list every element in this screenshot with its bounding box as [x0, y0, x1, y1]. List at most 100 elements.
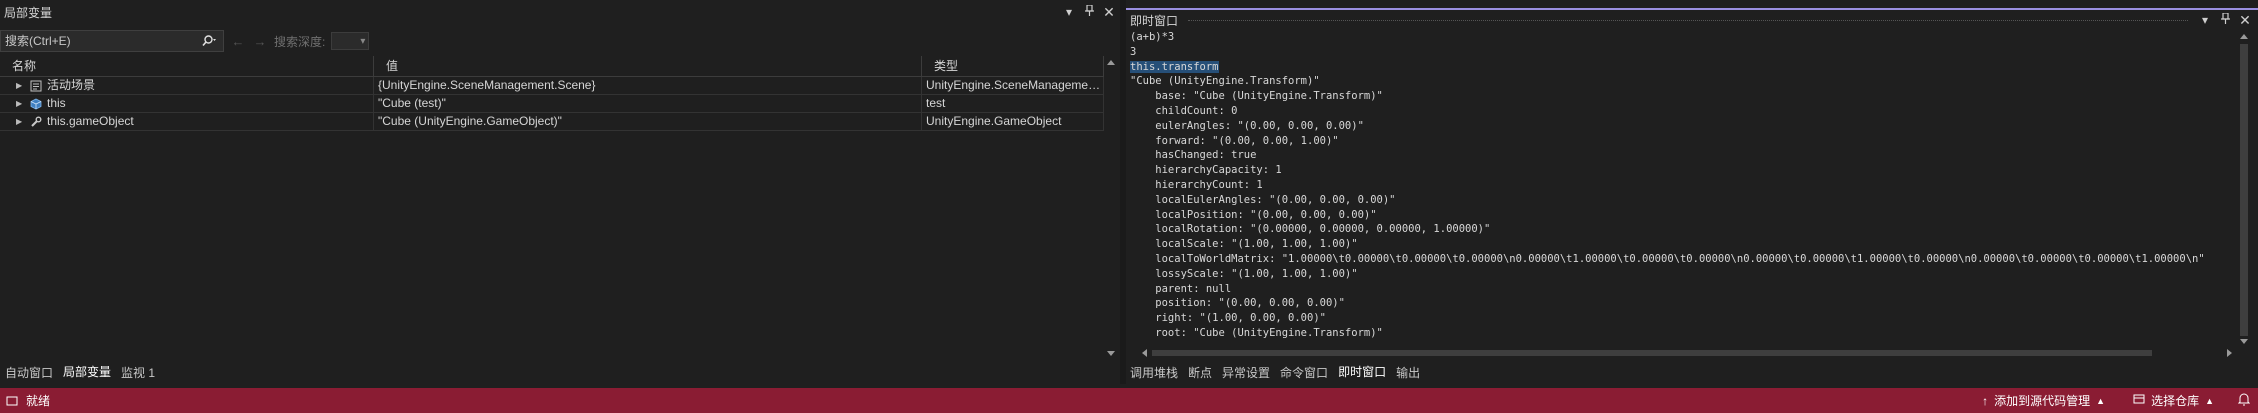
close-icon[interactable]: ✕ — [1102, 4, 1116, 21]
row-name: this — [47, 96, 66, 110]
console-line-text: position: "(0.00, 0.00, 0.00)" — [1130, 297, 1345, 310]
row-type: UnityEngine.GameObject — [922, 113, 1104, 130]
locals-panel: 局部变量 ▾ ✕ ← → 搜索深度: ▾ 名称 值 类型 ▶ — [0, 0, 1120, 384]
table-row[interactable]: ▶ this.gameObject "Cube (UnityEngine.Gam… — [0, 113, 1104, 131]
console-line-text: forward: "(0.00, 0.00, 1.00)" — [1130, 134, 1339, 147]
forward-arrow-icon[interactable]: → — [252, 34, 268, 49]
select-repository-button[interactable]: 选择仓库 — [2151, 392, 2199, 409]
console-line: childCount: 0 — [1130, 104, 2230, 119]
console-line: root: "Cube (UnityEngine.Transform)" — [1130, 326, 2230, 341]
status-ready-icon — [6, 395, 20, 407]
console-line: lossyScale: "(1.00, 1.00, 1.00)" — [1130, 267, 2230, 282]
module-icon — [30, 80, 42, 92]
column-header-type[interactable]: 类型 — [922, 56, 1104, 76]
tab-auto-window[interactable]: 自动窗口 — [5, 364, 53, 381]
locals-title: 局部变量 — [4, 5, 53, 20]
tab-output[interactable]: 输出 — [1396, 364, 1420, 381]
locals-toolbar: ← → 搜索深度: ▾ — [0, 30, 370, 52]
console-line: "Cube (UnityEngine.Transform)" — [1130, 74, 2230, 89]
search-input[interactable] — [1, 32, 197, 50]
tab-call-stack[interactable]: 调用堆栈 — [1130, 364, 1178, 381]
tab-watch-1[interactable]: 监视 1 — [121, 364, 155, 381]
console-line: eulerAngles: "(0.00, 0.00, 0.00)" — [1130, 119, 2230, 134]
tab-exception-settings[interactable]: 异常设置 — [1222, 364, 1270, 381]
locals-grid: 名称 值 类型 ▶ 活动场景 {UnityEngine.SceneManagem… — [0, 56, 1104, 131]
immediate-title-bar: 即时窗口 ▾ ✕ — [1126, 8, 2258, 30]
console-line: localToWorldMatrix: "1.00000\t0.00000\t0… — [1130, 252, 2230, 267]
tab-immediate-window[interactable]: 即时窗口 — [1338, 363, 1387, 382]
immediate-title: 即时窗口 — [1130, 13, 1179, 28]
search-icon[interactable] — [197, 35, 223, 47]
row-value: {UnityEngine.SceneManagement.Scene} — [374, 77, 922, 94]
console-line: localScale: "(1.00, 1.00, 1.00)" — [1130, 237, 2230, 252]
add-to-source-control-button[interactable]: 添加到源代码管理 — [1994, 392, 2090, 409]
grid-header: 名称 值 类型 — [0, 56, 1104, 77]
console-line-text: localEulerAngles: "(0.00, 0.00, 0.00)" — [1130, 193, 1396, 206]
dropdown-icon[interactable]: ▾ — [2198, 13, 2212, 27]
locals-title-actions: ▾ ✕ — [1062, 4, 1116, 21]
immediate-tab-strip: 调用堆栈 断点 异常设置 命令窗口 即时窗口 输出 — [1130, 362, 1420, 382]
console-line-text: (a+b)*3 — [1130, 31, 1175, 43]
console-line-text: right: "(1.00, 0.00, 0.00)" — [1130, 312, 1326, 325]
dropdown-icon[interactable]: ▾ — [1062, 5, 1076, 19]
expand-arrow-icon[interactable]: ▶ — [16, 95, 26, 112]
status-text: 就绪 — [26, 394, 51, 408]
search-depth-select[interactable]: ▾ — [331, 32, 370, 50]
console-line-text: localRotation: "(0.00000, 0.00000, 0.000… — [1130, 223, 1491, 236]
source-control-area: ↑ 添加到源代码管理 ▲ 选择仓库 ▲ — [1982, 392, 2258, 409]
immediate-horizontal-scrollbar[interactable] — [1142, 349, 2232, 357]
repository-icon — [2133, 393, 2145, 408]
pin-icon[interactable] — [2218, 12, 2232, 27]
object-cube-icon — [30, 98, 42, 110]
console-line-text: childCount: 0 — [1130, 104, 1238, 117]
close-icon[interactable]: ✕ — [2238, 12, 2252, 29]
console-line: hierarchyCapacity: 1 — [1130, 163, 2230, 178]
title-grip — [1188, 19, 2188, 21]
console-line-text: base: "Cube (UnityEngine.Transform)" — [1130, 90, 1383, 103]
expand-arrow-icon[interactable]: ▶ — [16, 113, 26, 130]
expand-arrow-icon[interactable]: ▶ — [16, 77, 26, 94]
console-line: right: "(1.00, 0.00, 0.00)" — [1130, 311, 2230, 326]
console-line: 3 — [1130, 45, 2230, 60]
console-line: localPosition: "(0.00, 0.00, 0.00)" — [1130, 208, 2230, 223]
console-line: position: "(0.00, 0.00, 0.00)" — [1130, 296, 2230, 311]
search-box — [0, 30, 224, 52]
tab-breakpoints[interactable]: 断点 — [1188, 364, 1212, 381]
table-row[interactable]: ▶ 活动场景 {UnityEngine.SceneManagement.Scen… — [0, 77, 1104, 95]
console-line-text: parent: null — [1130, 282, 1232, 295]
immediate-vertical-scrollbar[interactable] — [2234, 30, 2254, 348]
chevron-up-icon[interactable]: ▲ — [2205, 396, 2214, 406]
immediate-panel: 即时窗口 ▾ ✕ (a+b)*3 3 this.transform "Cube (Un… — [1126, 0, 2258, 384]
chevron-up-icon[interactable]: ▲ — [2096, 396, 2105, 406]
column-header-value[interactable]: 值 — [374, 56, 922, 76]
console-line: localRotation: "(0.00000, 0.00000, 0.000… — [1130, 222, 2230, 237]
console-line: hasChanged: true — [1130, 148, 2230, 163]
row-type: UnityEngine.SceneManagemen... — [922, 77, 1104, 94]
console-line-text: localScale: "(1.00, 1.00, 1.00)" — [1130, 238, 1358, 251]
notification-bell-icon[interactable] — [2237, 393, 2251, 409]
arrow-up-icon: ↑ — [1982, 393, 1989, 408]
pin-icon[interactable] — [1082, 4, 1096, 19]
row-name: this.gameObject — [47, 114, 134, 128]
console-line: hierarchyCount: 1 — [1130, 178, 2230, 193]
locals-title-bar: 局部变量 ▾ ✕ — [0, 0, 1120, 24]
immediate-output[interactable]: (a+b)*3 3 this.transform "Cube (UnityEngine… — [1130, 30, 2230, 342]
console-line: (a+b)*3 — [1130, 30, 2230, 45]
column-header-name[interactable]: 名称 — [0, 56, 374, 76]
console-line-selected: this.transform — [1130, 60, 1219, 73]
row-value: "Cube (UnityEngine.GameObject)" — [374, 113, 922, 130]
row-value: "Cube (test)" — [374, 95, 922, 112]
vertical-scrollbar[interactable] — [1104, 56, 1118, 360]
tab-locals[interactable]: 局部变量 — [63, 363, 112, 382]
tab-command-window[interactable]: 命令窗口 — [1280, 364, 1328, 381]
console-line-text: 3 — [1130, 45, 1137, 58]
console-line: this.transform — [1130, 60, 2230, 75]
back-arrow-icon[interactable]: ← — [230, 34, 246, 49]
table-row[interactable]: ▶ this "Cube (test)" test — [0, 95, 1104, 113]
row-type: test — [922, 95, 1104, 112]
chevron-down-icon: ▾ — [360, 35, 366, 47]
row-name: 活动场景 — [47, 78, 96, 92]
console-line: parent: null — [1130, 282, 2230, 297]
console-line: localEulerAngles: "(0.00, 0.00, 0.00)" — [1130, 193, 2230, 208]
console-line-text: localToWorldMatrix: "1.00000\t0.00000\t0… — [1130, 252, 2205, 265]
